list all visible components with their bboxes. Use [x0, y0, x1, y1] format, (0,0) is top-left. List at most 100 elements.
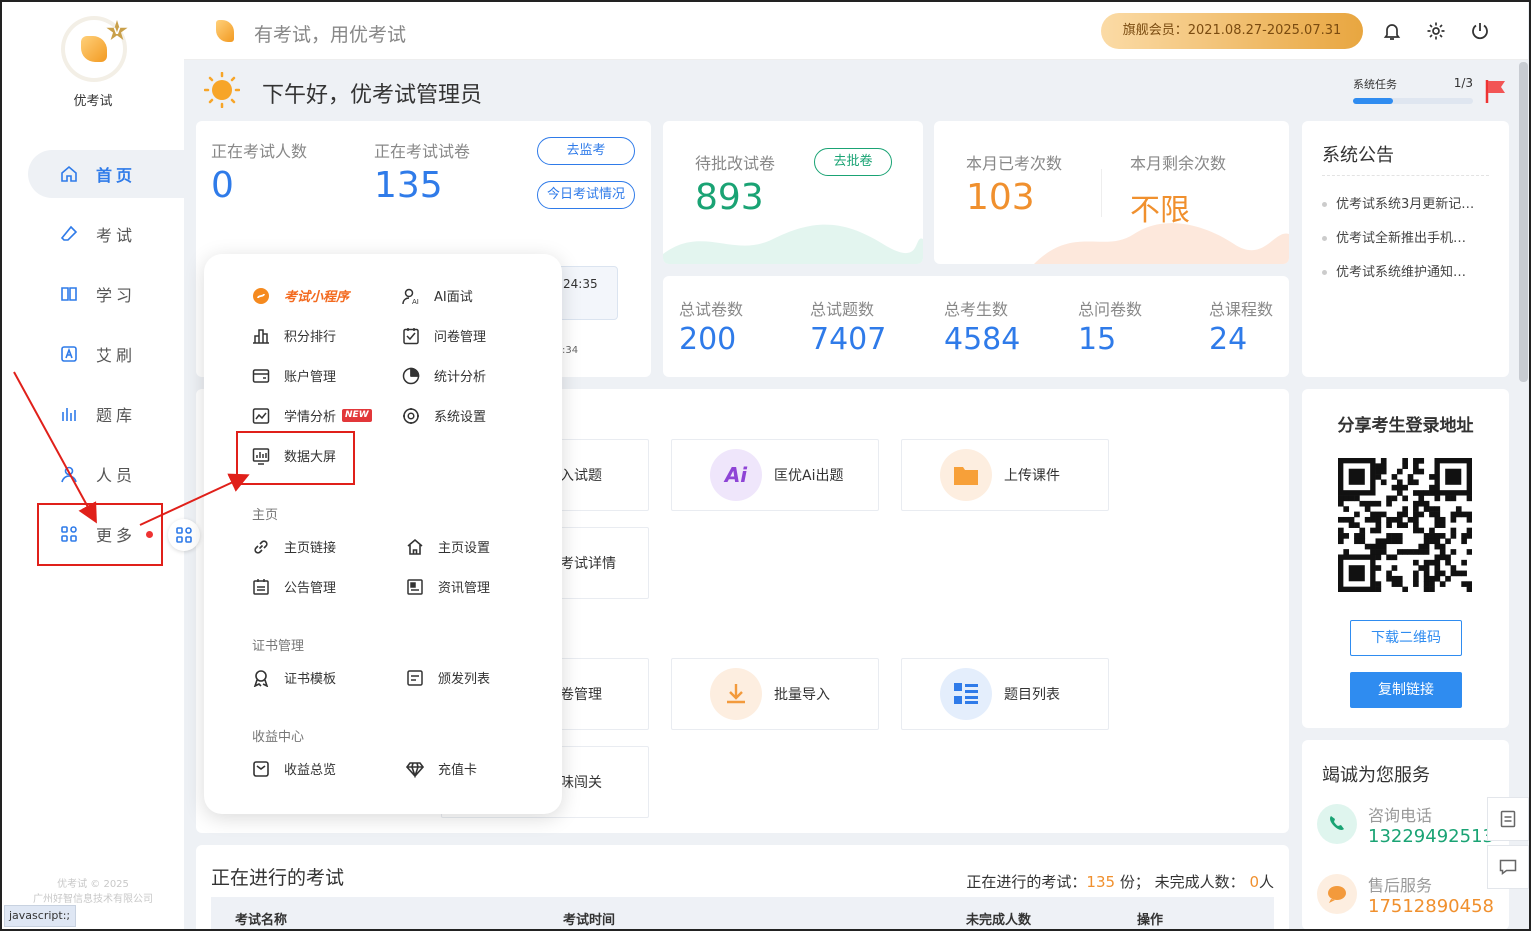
download-icon — [710, 668, 762, 720]
grading-label: 待批改试卷 — [695, 154, 776, 173]
system-task-progress[interactable]: 系统任务 1/3 — [1353, 76, 1473, 104]
message-icon — [1499, 859, 1517, 875]
copy-link-button[interactable]: 复制链接 — [1350, 672, 1462, 708]
home-link-item[interactable]: 主页链接 — [252, 537, 336, 556]
notice-title: 系统公告 — [1322, 145, 1394, 166]
divider — [1322, 175, 1489, 176]
after-sales-number[interactable]: 17512890458 — [1368, 896, 1494, 917]
mini-program-item[interactable]: 考试小程序 — [252, 286, 349, 305]
nav-brush[interactable]: 艾刷 — [28, 330, 184, 378]
ongoing-summary: 正在进行的考试：135 份； 未完成人数： 0人 — [966, 871, 1274, 892]
notice-item[interactable]: 优考试系统3月更新记… — [1322, 193, 1474, 212]
ongoing-count-label: 正在进行的考试： — [966, 873, 1087, 891]
today-exam-button[interactable]: 今日考试情况 — [537, 181, 635, 209]
upload-courseware-tile[interactable]: 上传课件 — [901, 439, 1109, 511]
news-manage-item[interactable]: 资讯管理 — [406, 577, 490, 596]
nav-exam[interactable]: 考试 — [28, 210, 184, 258]
recharge-card-label: 充值卡 — [438, 763, 478, 778]
col-actions: 操作 — [1137, 913, 1164, 928]
revenue-overview-label: 收益总览 — [284, 763, 337, 778]
issue-list-item[interactable]: 颁发列表 — [406, 668, 490, 687]
total-papers-value: 200 — [679, 322, 737, 357]
nav-people[interactable]: 人员 — [28, 450, 184, 498]
after-sales-label: 售后服务 — [1368, 876, 1433, 895]
totals-card: 总试卷数 200 总试题数 7407 总考生数 4584 总问卷数 15 总课程… — [663, 276, 1289, 377]
total-surveys-label: 总问卷数 — [1078, 300, 1143, 319]
learning-analysis-item[interactable]: 学情分析 NEW — [252, 406, 372, 425]
notice-icon — [252, 578, 270, 596]
nav-brush-label: 艾刷 — [96, 346, 137, 365]
system-settings-item[interactable]: 系统设置 — [402, 406, 486, 425]
document-icon — [1500, 810, 1516, 828]
batch-import-tile[interactable]: 批量导入 — [671, 658, 879, 730]
phone-number[interactable]: 13229492513 — [1368, 826, 1494, 847]
apps-icon — [176, 527, 192, 543]
nav-question-bank[interactable]: 题库 — [28, 390, 184, 438]
tile-label: 入试题 — [560, 468, 602, 484]
month-left-label: 本月剩余次数 — [1130, 154, 1227, 173]
account-item[interactable]: 账户管理 — [252, 366, 336, 385]
more-apps-toggle[interactable] — [168, 519, 200, 551]
statistics-item[interactable]: 统计分析 — [402, 366, 486, 385]
home-settings-item[interactable]: 主页设置 — [406, 537, 490, 556]
share-title: 分享考生登录地址 — [1337, 416, 1474, 436]
vip-membership-badge[interactable]: 旗舰会员：2021.08.27-2025.07.31 — [1101, 13, 1363, 49]
account-icon — [252, 367, 270, 385]
system-task-count: 1/3 — [1453, 76, 1473, 90]
unfinished-unit: 人 — [1258, 873, 1274, 891]
certificate-template-item[interactable]: 证书模板 — [252, 668, 336, 687]
tile-label: 上传课件 — [1004, 468, 1060, 484]
question-list-tile[interactable]: 题目列表 — [901, 658, 1109, 730]
page-scrollbar[interactable] — [1519, 62, 1528, 382]
notice-manage-item[interactable]: 公告管理 — [252, 577, 336, 596]
time-label-2: :34 — [562, 345, 579, 356]
ai-interview-item[interactable]: AI AI面试 — [402, 286, 473, 305]
section-revenue-title: 收益中心 — [252, 730, 305, 745]
nav-home[interactable]: 首页 — [28, 150, 184, 198]
user-icon — [60, 465, 78, 483]
learning-analysis-label: 学情分析 — [284, 410, 337, 425]
new-badge: NEW — [342, 409, 372, 422]
survey-label: 问卷管理 — [434, 330, 487, 345]
gear-icon[interactable] — [1426, 21, 1446, 41]
notice-item[interactable]: 优考试全新推出手机… — [1322, 227, 1466, 246]
tile-label: 卷管理 — [560, 687, 602, 703]
month-done-count: 103 — [966, 177, 1035, 218]
letter-a-icon — [60, 345, 78, 363]
bell-icon[interactable] — [1382, 21, 1402, 41]
survey-item[interactable]: 问卷管理 — [402, 326, 486, 345]
ranking-item[interactable]: 积分排行 — [252, 326, 336, 345]
revenue-overview-item[interactable]: 收益总览 — [252, 759, 336, 778]
list-icon — [940, 668, 992, 720]
system-task-bar — [1353, 98, 1473, 104]
month-done-label: 本月已考次数 — [966, 154, 1063, 173]
document-float-button[interactable] — [1487, 797, 1529, 841]
exam-time-chart: 24:35 — [556, 266, 618, 320]
total-questions-label: 总试题数 — [810, 300, 875, 319]
grade-button[interactable]: 去批卷 — [814, 148, 892, 176]
ranking-icon — [252, 327, 270, 345]
total-candidates-label: 总考生数 — [944, 300, 1009, 319]
tile-label: 匡优Ai出题 — [774, 468, 844, 484]
ai-interview-icon: AI — [402, 287, 420, 305]
download-qr-button[interactable]: 下载二维码 — [1350, 620, 1462, 656]
nav-study-label: 学习 — [96, 286, 137, 305]
mini-program-icon — [252, 287, 270, 305]
home-icon — [60, 165, 78, 183]
nav-study[interactable]: 学习 — [28, 270, 184, 318]
book-icon — [60, 285, 78, 303]
news-manage-label: 资讯管理 — [438, 581, 491, 596]
recharge-card-item[interactable]: 充值卡 — [406, 759, 477, 778]
logo-text: 优考试 — [73, 94, 113, 109]
wave-decoration — [1034, 223, 1289, 264]
message-float-button[interactable] — [1487, 845, 1529, 889]
flag-icon[interactable] — [1484, 78, 1508, 104]
grading-card: 待批改试卷 893 去批卷 — [663, 121, 923, 264]
notice-item[interactable]: 优考试系统维护通知… — [1322, 261, 1466, 280]
grading-count: 893 — [695, 177, 764, 218]
ai-question-tile[interactable]: Ai 匡优Ai出题 — [671, 439, 879, 511]
wallet-icon — [252, 760, 270, 778]
monitor-button[interactable]: 去监考 — [537, 137, 635, 165]
ranking-label: 积分排行 — [284, 330, 337, 345]
power-icon[interactable] — [1470, 21, 1490, 41]
